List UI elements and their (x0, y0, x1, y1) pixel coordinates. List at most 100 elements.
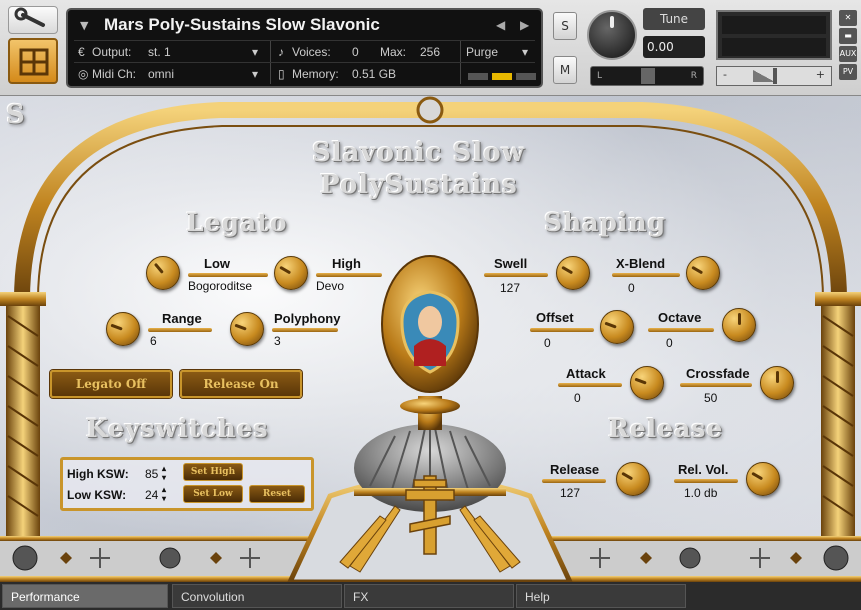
next-instrument-icon[interactable]: ▶ (520, 18, 529, 32)
swell-value[interactable]: 127 (500, 281, 520, 295)
disk-indicator (492, 73, 512, 80)
attack-value[interactable]: 0 (574, 391, 581, 405)
range-knob[interactable] (106, 312, 140, 346)
volume-ramp-icon (753, 70, 775, 82)
attack-bar (558, 383, 622, 387)
output-select[interactable]: st. 1 (148, 45, 171, 59)
tune-knob[interactable] (587, 10, 637, 60)
range-bar (148, 328, 212, 332)
level-meter (716, 10, 832, 60)
pv-button[interactable]: PV (839, 64, 857, 80)
high-ksw-label: High KSW: (67, 467, 129, 481)
crossfade-knob[interactable] (760, 366, 794, 400)
low-ksw-stepper-icon[interactable]: ▴ ▾ (162, 485, 166, 503)
high-knob[interactable] (274, 256, 308, 290)
offset-label: Offset (536, 310, 574, 325)
relvol-knob[interactable] (746, 462, 780, 496)
pan-left-label: L (597, 71, 603, 81)
polyphony-bar (272, 328, 338, 332)
offset-knob[interactable] (600, 310, 634, 344)
swell-knob[interactable] (556, 256, 590, 290)
instrument-title[interactable]: Mars Poly-Sustains Slow Slavonic (104, 15, 380, 35)
midi-dropdown-icon[interactable]: ▾ (252, 67, 258, 81)
release-knob[interactable] (616, 462, 650, 496)
tab-convolution[interactable]: Convolution (172, 584, 342, 608)
attack-knob[interactable] (630, 366, 664, 400)
swell-bar (484, 273, 548, 277)
max-voices-value[interactable]: 256 (420, 45, 440, 59)
low-knob[interactable] (146, 256, 180, 290)
set-high-button[interactable]: Set High (183, 463, 243, 481)
xblend-knob[interactable] (686, 256, 720, 290)
volume-minus-label: - (723, 68, 727, 81)
volume-handle[interactable] (773, 68, 777, 84)
purge-menu[interactable]: Purge (466, 45, 498, 59)
release-heading: Release (608, 414, 724, 443)
tune-value[interactable]: 0.00 (643, 36, 705, 58)
crossfade-value[interactable]: 50 (704, 391, 717, 405)
high-bar (316, 273, 382, 277)
voices-label: Voices: (292, 45, 331, 59)
relvol-value[interactable]: 1.0 db (684, 486, 717, 500)
volume-slider[interactable]: - + (716, 66, 832, 86)
purge-dropdown-icon[interactable]: ▾ (522, 45, 528, 59)
xblend-value[interactable]: 0 (628, 281, 635, 295)
polyphony-value[interactable]: 3 (274, 334, 281, 348)
release-bar (542, 479, 606, 483)
wrench-icon[interactable] (8, 6, 58, 34)
crossfade-label: Crossfade (686, 366, 750, 381)
volume-plus-label: + (815, 68, 825, 81)
set-low-button[interactable]: Set Low (183, 485, 243, 503)
instrument-panel: S Slavonic Slow PolySustains Legato Shap… (0, 96, 861, 582)
low-ksw-value[interactable]: 24 (145, 488, 158, 502)
low-label: Low (204, 256, 230, 271)
release-toggle-button[interactable]: Release On (180, 370, 302, 398)
voices-value: 0 (352, 45, 359, 59)
pan-handle[interactable] (641, 68, 655, 84)
output-row: € Output: st. 1 ▾ ♪ Voices: 0 Max: 256 P… (74, 40, 535, 62)
release-value[interactable]: 127 (560, 486, 580, 500)
reset-button[interactable]: Reset (249, 485, 305, 503)
octave-bar (648, 328, 714, 332)
polyphony-knob[interactable] (230, 312, 264, 346)
octave-value[interactable]: 0 (666, 336, 673, 350)
collapse-caret-icon[interactable]: ▼ (80, 19, 88, 32)
close-icon[interactable]: ✕ (839, 10, 857, 26)
tab-help[interactable]: Help (516, 584, 686, 608)
high-ksw-stepper-icon[interactable]: ▴ ▾ (162, 464, 166, 482)
tab-fx[interactable]: FX (344, 584, 514, 608)
release-label: Release (550, 462, 600, 477)
xblend-bar (612, 273, 680, 277)
collapse-icon[interactable]: ▬ (839, 28, 857, 44)
level-meter-right (722, 38, 826, 56)
output-dropdown-icon[interactable]: ▾ (252, 45, 258, 59)
instrument-header: ▼ Mars Poly-Sustains Slow Slavonic ◀ ▶ €… (0, 0, 861, 96)
high-ksw-value[interactable]: 85 (145, 467, 158, 481)
voices-icon: ♪ (278, 45, 284, 59)
octave-knob[interactable] (722, 308, 756, 342)
tab-performance[interactable]: Performance (2, 584, 168, 608)
panel-title-line2: PolySustains (320, 170, 518, 200)
corner-letter: S (6, 100, 26, 130)
pan-right-label: R (690, 71, 697, 81)
relvol-bar (674, 479, 738, 483)
panel-title-line1: Slavonic Slow (312, 138, 525, 168)
octave-label: Octave (658, 310, 702, 325)
range-value[interactable]: 6 (150, 334, 157, 348)
aux-button[interactable]: AUX (839, 46, 857, 62)
solo-button[interactable]: S (553, 12, 577, 40)
pan-slider[interactable]: L R (590, 66, 704, 86)
level-meter-left (722, 16, 826, 34)
mute-button[interactable]: M (553, 56, 577, 84)
shaping-heading: Shaping (544, 208, 667, 237)
instrument-logo-icon[interactable] (8, 38, 58, 84)
keyswitches-heading: Keyswitches (86, 414, 269, 443)
high-value[interactable]: Devo (316, 279, 344, 293)
offset-value[interactable]: 0 (544, 336, 551, 350)
offset-bar (530, 328, 594, 332)
low-value[interactable]: Bogoroditse (188, 279, 252, 293)
midi-channel-select[interactable]: omni (148, 67, 174, 81)
keyswitch-box: High KSW: 85 ▴ ▾ Low KSW: 24 ▴ ▾ Set High … (60, 457, 314, 511)
legato-toggle-button[interactable]: Legato Off (50, 370, 172, 398)
prev-instrument-icon[interactable]: ◀ (496, 18, 505, 32)
